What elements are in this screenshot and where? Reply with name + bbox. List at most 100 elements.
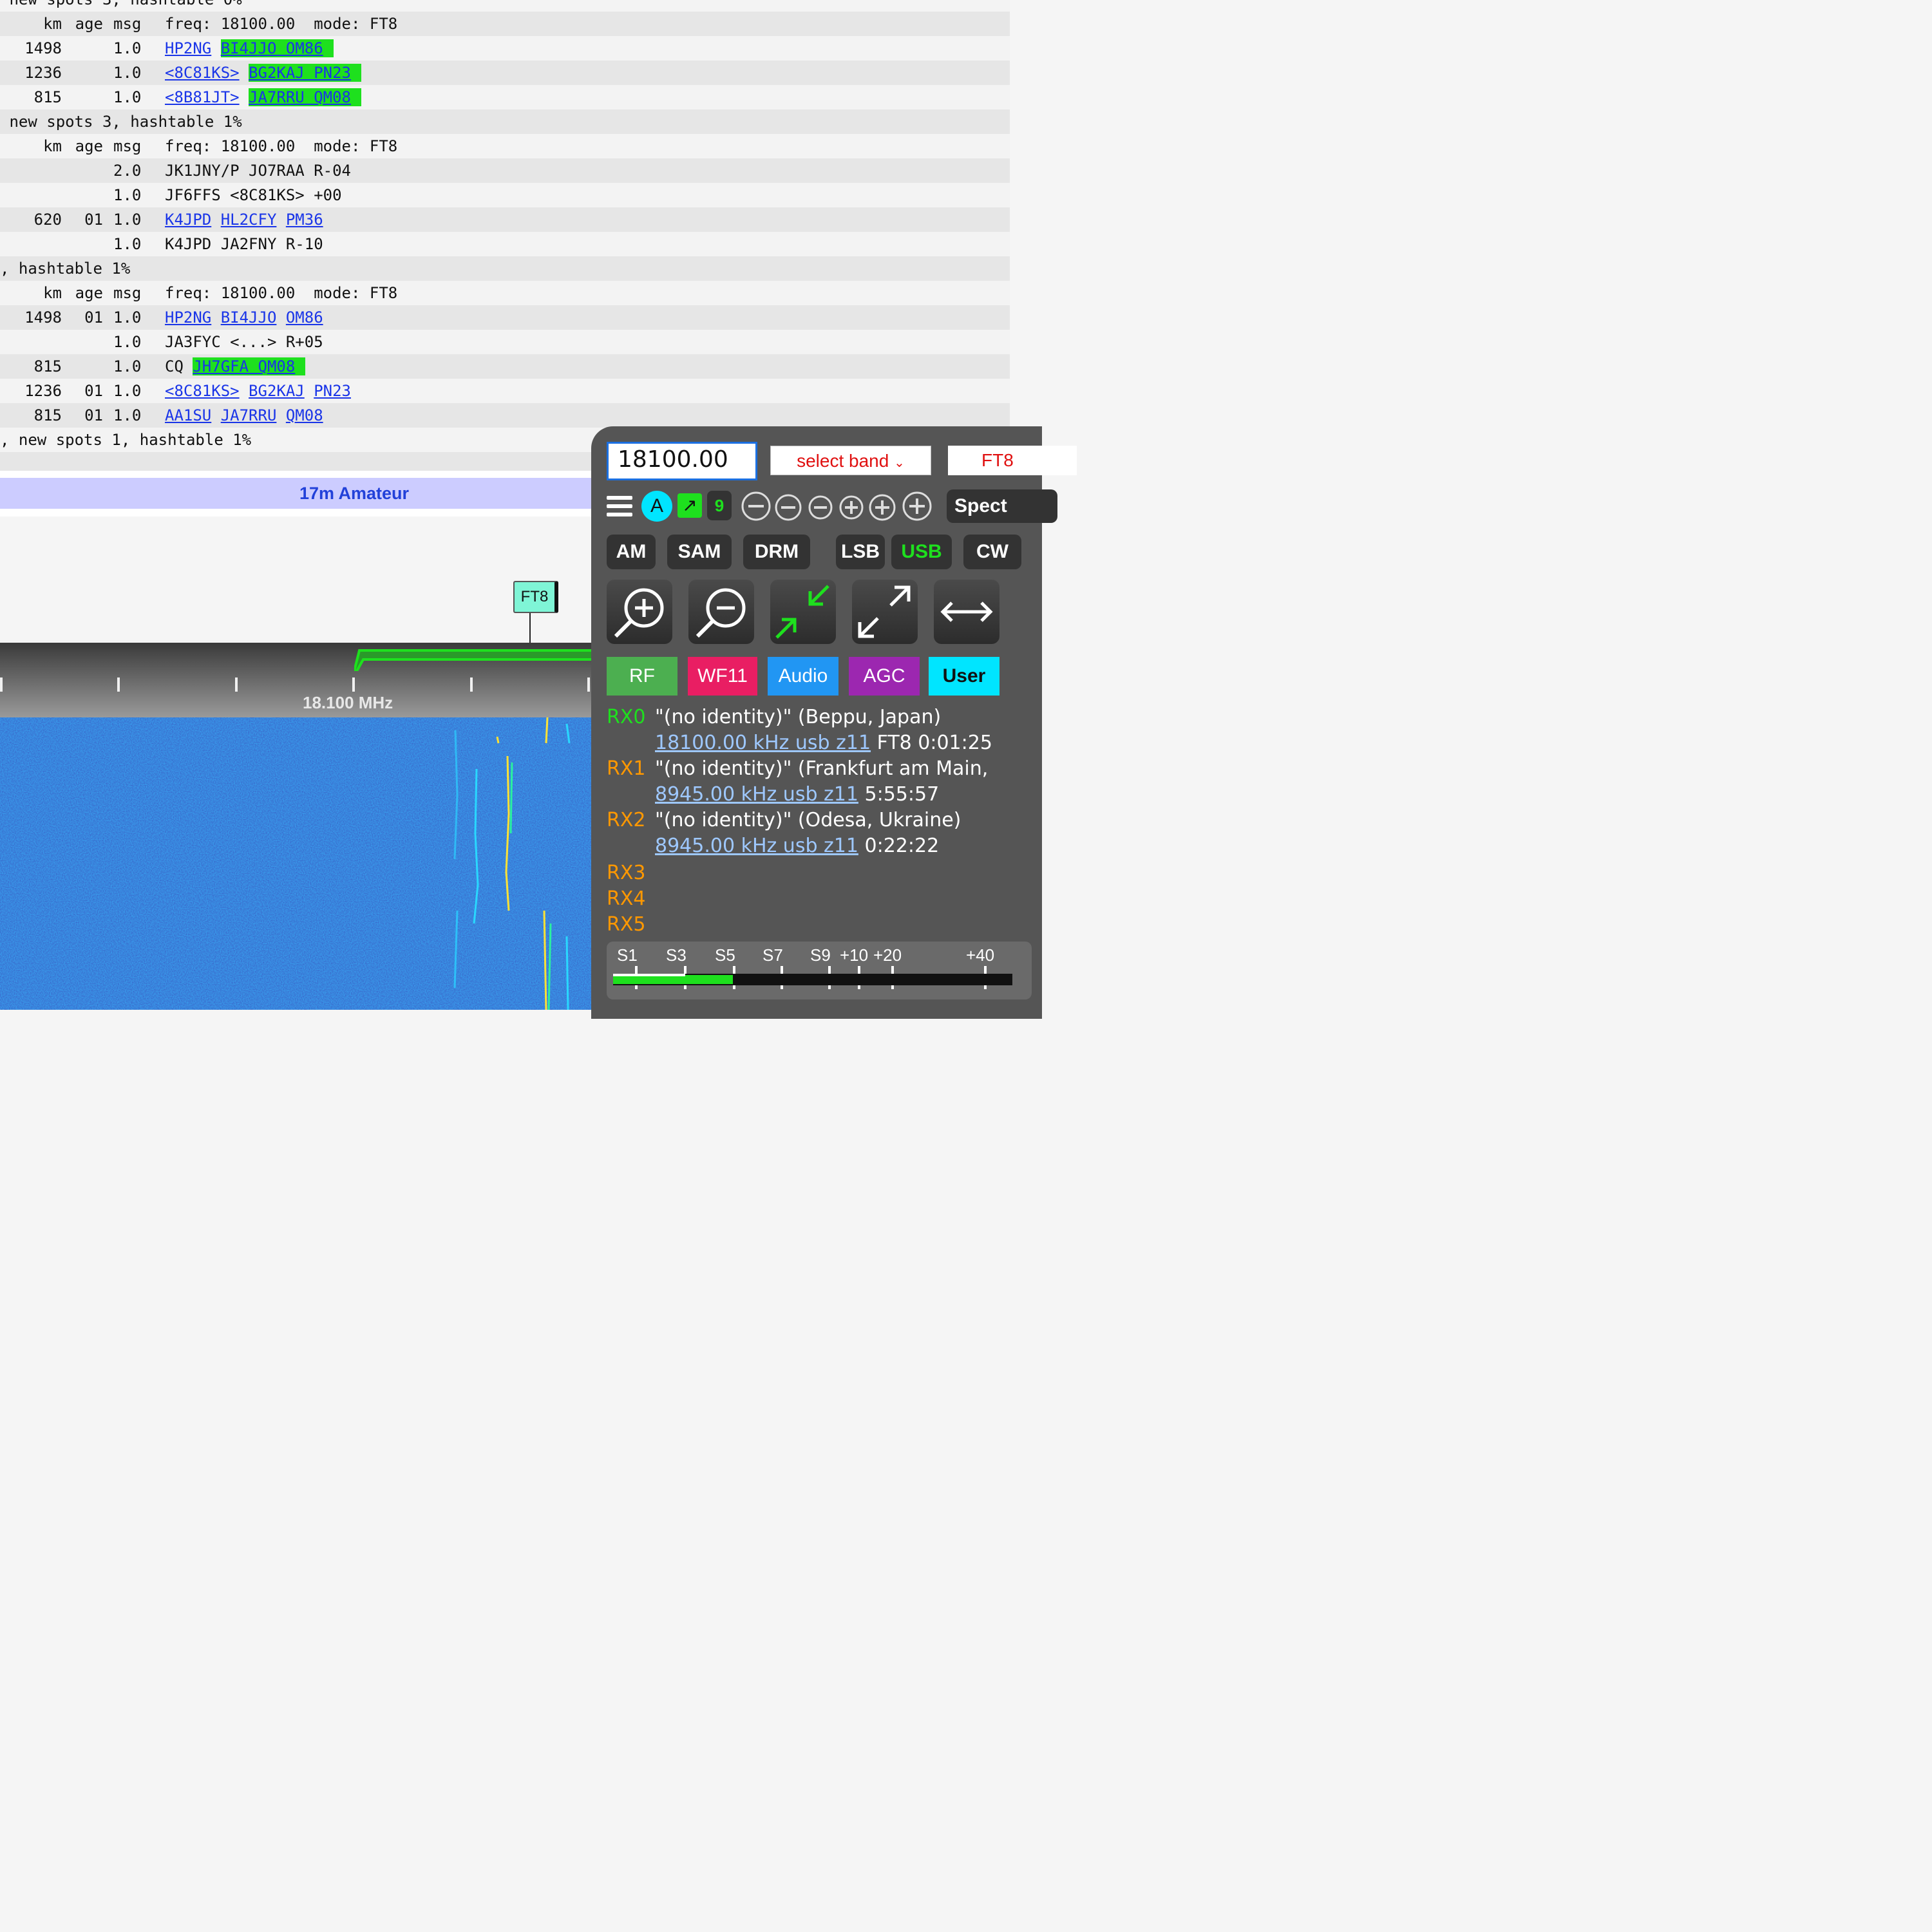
message-token: JK1JNY/P JO7RAA R-04 [165, 162, 351, 180]
callsign-link[interactable]: BG2KAJ PN23 [249, 64, 351, 82]
waterfall-graphic [0, 717, 592, 1010]
callsign-link[interactable]: JA7RRU QM08 [249, 88, 351, 106]
magnifier-minus-icon [696, 588, 746, 638]
decoder-log: new spots 3, hashtable 0% kmagemsgfreq: 1… [0, 0, 1010, 477]
smeter-label: S3 [666, 945, 687, 965]
msg-cell: 1.0 [113, 39, 142, 57]
callsign-link[interactable]: <8C81KS> [165, 64, 240, 82]
zoom-in-icon[interactable] [868, 493, 896, 522]
mode-button-usb[interactable]: USB [891, 535, 952, 569]
mode-button-cw[interactable]: CW [963, 535, 1021, 569]
receiver-detail-row: 18100.00 kHz usb z11 FT8 0:01:25 [655, 732, 992, 754]
band-strip-bottom [0, 509, 592, 516]
spot-row: 1236 01 1.0 <8C81KS> BG2KAJ PN23 [0, 379, 1010, 403]
chevron-down-icon: ⌄ [894, 456, 905, 470]
frequency-input[interactable]: 18100.00 [607, 442, 757, 480]
passband-indicator[interactable] [354, 648, 592, 671]
km-cell: km [43, 284, 62, 302]
callsign-link[interactable]: PN23 [314, 382, 351, 400]
callsign-link[interactable]: PM36 [286, 211, 323, 229]
callsign-link[interactable]: HP2NG [165, 39, 211, 57]
spot-row: 815 01 1.0 AA1SU JA7RRU QM08 [0, 403, 1010, 428]
zoom-to-passband-button[interactable] [770, 580, 836, 644]
mode-select[interactable]: FT8 [948, 446, 1077, 475]
message-text: AA1SU JA7RRU QM08 [165, 403, 323, 428]
callsign-link[interactable]: <8B81JT> [165, 88, 240, 106]
tab-agc[interactable]: AGC [849, 657, 920, 696]
header-row: km age msg freq: 18100.00 mode: FT8 [0, 134, 1010, 158]
tab-wf11[interactable]: WF11 [688, 657, 757, 696]
receiver-id: RX0 [607, 706, 646, 728]
external-link-icon[interactable]: ↗ [677, 493, 702, 518]
waterfall-display[interactable] [0, 717, 592, 1010]
callsign-link[interactable]: JH7GFA QM08 [193, 357, 295, 375]
spot-row: 815 1.0 CQ JH7GFA QM08 [0, 354, 1010, 379]
tab-audio[interactable]: Audio [768, 657, 838, 696]
callsign-link[interactable]: K4JPD [165, 211, 211, 229]
receiver-frequency-link[interactable]: 8945.00 kHz usb z11 [655, 783, 858, 806]
mode-button-lsb[interactable]: LSB [836, 535, 885, 569]
callsign-link[interactable]: <8C81KS> [165, 382, 240, 400]
callsign-link[interactable]: QM08 [286, 406, 323, 424]
callsign-link[interactable]: OM86 [286, 308, 323, 327]
age-cell: age [75, 284, 103, 302]
band-bar[interactable]: 17m Amateur [0, 478, 592, 509]
callsign-link[interactable]: JA7RRU [221, 406, 277, 424]
zoom-in-button[interactable] [607, 580, 672, 644]
nine-badge[interactable]: 9 [707, 491, 732, 520]
spot-row: 1.0 JA3FYC <...> R+05 [0, 330, 1010, 354]
mode-button-sam[interactable]: SAM [667, 535, 732, 569]
msg-cell: 1.0 [113, 357, 142, 375]
message-text: <8C81KS> BG2KAJ PN23 [165, 61, 361, 85]
callsign-link[interactable]: BI4JJO [221, 308, 277, 327]
zoom-out-full-button[interactable] [852, 580, 918, 644]
message-text: HP2NG BI4JJO OM86 [165, 36, 334, 61]
band-select[interactable]: select band ⌄ [770, 446, 931, 475]
mode-button-drm[interactable]: DRM [743, 535, 810, 569]
zoom-in-max-icon[interactable] [902, 491, 933, 522]
receiver-id: RX1 [607, 757, 646, 780]
callsign-link[interactable]: BI4JJO OM86 [221, 39, 323, 57]
agc-mode-indicator[interactable]: A [641, 491, 672, 522]
receiver-row: RX0 "(no identity)" (Beppu, Japan) [607, 706, 941, 728]
message-text: K4JPD HL2CFY PM36 [165, 207, 323, 232]
receiver-identity: "(no identity)" (Frankfurt am Main, [655, 757, 989, 780]
receiver-frequency-link[interactable]: 8945.00 kHz usb z11 [655, 835, 858, 857]
status-text: new spots 3, hashtable 0% [0, 0, 242, 12]
zoom-out-max-icon[interactable] [741, 491, 772, 522]
receiver-identity: "(no identity)" (Odesa, Ukraine) [655, 809, 961, 831]
tab-rf[interactable]: RF [607, 657, 677, 696]
header-row: km age msg freq: 18100.00 mode: FT8 [0, 281, 1010, 305]
km-cell: 815 [33, 357, 62, 375]
age-cell: 01 [84, 211, 103, 229]
callsign-link[interactable]: HP2NG [165, 308, 211, 327]
receiver-frequency-link[interactable]: 18100.00 kHz usb z11 [655, 732, 871, 754]
callsign-link[interactable]: BG2KAJ [249, 382, 305, 400]
smeter-label: S7 [762, 945, 783, 965]
receiver-id: RX2 [607, 809, 646, 831]
age-cell: 01 [84, 406, 103, 424]
age-cell: age [75, 137, 103, 155]
receiver-row: RX4 [607, 887, 645, 910]
message-text: CQ JH7GFA QM08 [165, 354, 306, 379]
menu-icon[interactable] [605, 493, 634, 519]
receiver-detail-row: 8945.00 kHz usb z11 0:22:22 [655, 835, 939, 857]
km-cell: 620 [33, 211, 62, 229]
tab-user[interactable]: User [929, 657, 999, 696]
callsign-link[interactable]: AA1SU [165, 406, 211, 424]
callsign-link[interactable]: HL2CFY [221, 211, 277, 229]
scale-tick [0, 677, 3, 692]
ft8-marker-tag[interactable]: FT8 [513, 581, 558, 613]
swap-sideband-button[interactable] [934, 580, 999, 644]
msg-cell: 1.0 [113, 88, 142, 106]
km-cell: km [43, 137, 62, 155]
mode-button-am[interactable]: AM [607, 535, 656, 569]
zoom-out-small-icon[interactable] [808, 495, 833, 520]
zoom-out-icon[interactable] [774, 493, 802, 522]
msg-cell: 1.0 [113, 211, 142, 229]
receiver-time: 5:55:57 [864, 783, 940, 806]
zoom-out-button[interactable] [688, 580, 754, 644]
scale-tick [235, 677, 238, 692]
zoom-in-small-icon[interactable] [838, 495, 864, 520]
spectrum-button[interactable]: Spect [947, 489, 1057, 523]
